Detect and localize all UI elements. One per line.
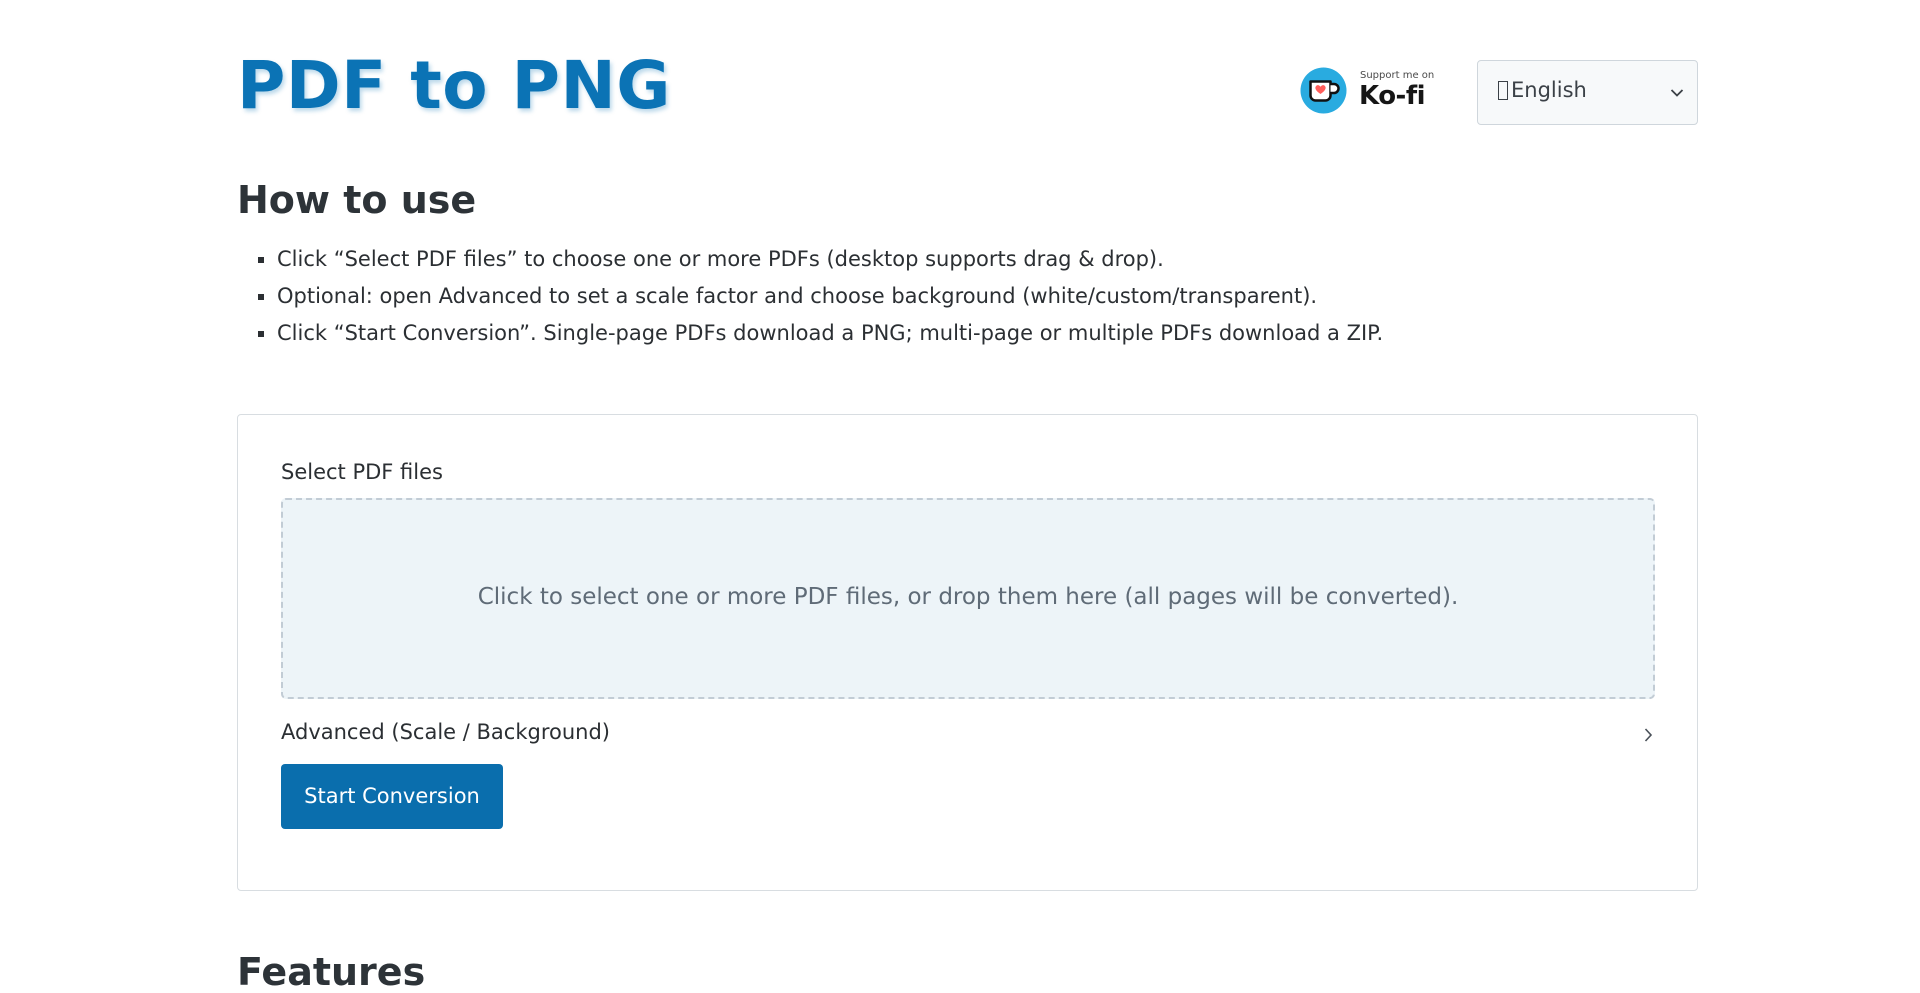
language-select[interactable]: English (1477, 60, 1698, 125)
pdf-dropzone[interactable]: Click to select one or more PDF files, o… (281, 498, 1655, 699)
globe-icon (1498, 81, 1508, 100)
features-heading: Features (237, 950, 426, 993)
chevron-right-icon (1644, 728, 1653, 742)
kofi-cup-icon (1300, 67, 1347, 114)
step-text: Optional: open Advanced to set a scale f… (277, 284, 1318, 308)
step-text: Click “Select PDF files” to choose one o… (277, 247, 1164, 271)
dropzone-hint: Click to select one or more PDF files, o… (477, 584, 1459, 610)
list-item: Click “Select PDF files” to choose one o… (237, 241, 1383, 278)
start-conversion-button[interactable]: Start Conversion (281, 764, 503, 829)
advanced-label: Advanced (Scale / Background) (281, 720, 610, 744)
how-to-use-heading: How to use (237, 178, 477, 222)
bullet-icon (258, 257, 264, 263)
list-item: Click “Start Conversion”. Single-page PD… (237, 315, 1383, 352)
select-pdf-label: Select PDF files (281, 460, 443, 484)
kofi-wordmark: Ko-fi (1359, 81, 1426, 111)
how-to-use-list: Click “Select PDF files” to choose one o… (237, 241, 1383, 352)
chevron-down-icon (1670, 89, 1684, 97)
language-selected-value: English (1511, 78, 1587, 102)
advanced-toggle[interactable]: Advanced (Scale / Background) (281, 715, 1655, 751)
kofi-support-link[interactable]: Support me on Ko-fi (1300, 67, 1438, 115)
app-title: PDF to PNG (237, 47, 671, 124)
converter-card: Select PDF files Click to select one or … (237, 414, 1698, 891)
list-item: Optional: open Advanced to set a scale f… (237, 278, 1383, 315)
page: PDF to PNG Support me on Ko-fi English H… (0, 0, 1920, 993)
bullet-icon (258, 331, 264, 337)
step-text: Click “Start Conversion”. Single-page PD… (277, 321, 1384, 345)
bullet-icon (258, 294, 264, 300)
kofi-support-text: Support me on (1360, 70, 1435, 81)
